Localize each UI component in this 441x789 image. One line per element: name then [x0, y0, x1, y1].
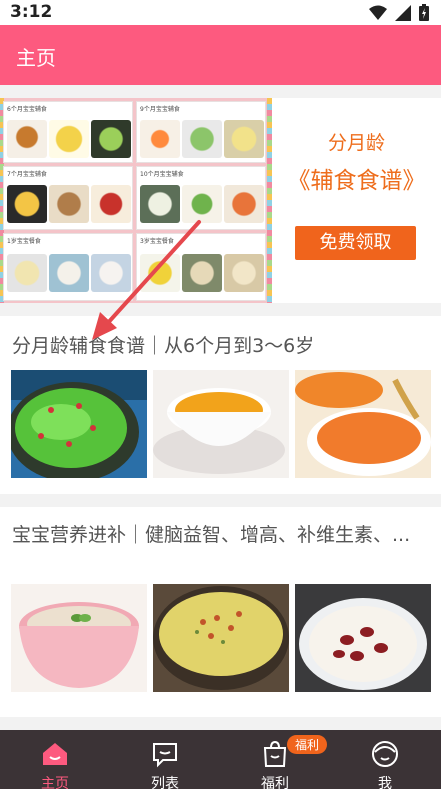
promo-banner[interactable]: 6个月宝宝辅食 9个月宝宝辅食 7个月宝宝辅食 10个月宝宝辅食 1岁宝宝餐食	[0, 98, 441, 303]
food-photo	[182, 185, 222, 223]
chat-list-icon	[153, 743, 177, 768]
nav-item-benefits[interactable]: 福利 福利	[220, 730, 330, 789]
food-photo	[91, 120, 131, 158]
claim-free-button[interactable]: 免费领取	[295, 226, 416, 260]
bottom-nav: 主页 列表 福利 福利 我	[0, 730, 441, 789]
food-photo	[182, 254, 222, 292]
food-photo	[7, 254, 47, 292]
food-photo	[49, 185, 89, 223]
collage-cell: 3岁宝宝餐食	[136, 233, 266, 301]
food-photo	[49, 120, 89, 158]
recipe-card[interactable]: 宝宝营养进补｜健脑益智、增高、补维生素、...	[0, 507, 441, 717]
banner-promo: 分月龄 《辅食食谱》 免费领取	[272, 98, 441, 303]
food-photo	[49, 254, 89, 292]
home-icon	[43, 743, 67, 765]
app-bar: 主页	[0, 25, 441, 85]
collage-cell: 1岁宝宝餐食	[3, 233, 133, 301]
promo-title: 《辅食食谱》	[287, 168, 426, 194]
food-photo	[140, 185, 180, 223]
food-photo	[224, 120, 264, 158]
profile-icon	[372, 741, 398, 767]
status-bar: 3:12	[0, 0, 441, 25]
nav-label: 福利	[261, 776, 289, 789]
wifi-icon	[369, 5, 387, 20]
food-photo	[224, 185, 264, 223]
cell-signal-icon	[395, 4, 411, 21]
nav-label: 主页	[41, 776, 69, 789]
recipe-photo[interactable]	[11, 370, 147, 478]
food-photo	[91, 185, 131, 223]
food-photo	[7, 120, 47, 158]
recipe-photo[interactable]	[295, 584, 431, 692]
collage-cell: 6个月宝宝辅食	[3, 101, 133, 163]
food-photo	[140, 120, 180, 158]
nav-label: 我	[378, 776, 392, 789]
promo-subtitle: 分月龄	[327, 132, 385, 154]
recipe-collage-image: 6个月宝宝辅食 9个月宝宝辅食 7个月宝宝辅食 10个月宝宝辅食 1岁宝宝餐食	[0, 98, 272, 303]
collage-caption: 9个月宝宝辅食	[140, 106, 180, 113]
card-title[interactable]: 宝宝营养进补｜健脑益智、增高、补维生素、...	[12, 522, 431, 548]
recipe-photo[interactable]	[11, 584, 147, 692]
page-title: 主页	[16, 46, 56, 70]
food-photo	[182, 120, 222, 158]
nav-item-me[interactable]: 我	[330, 730, 440, 789]
nav-item-home[interactable]: 主页	[0, 730, 110, 789]
nav-label: 列表	[151, 776, 179, 789]
collage-caption: 10个月宝宝辅食	[140, 171, 184, 178]
recipe-photo[interactable]	[295, 370, 431, 478]
shopping-bag-icon	[263, 740, 287, 767]
food-photo	[140, 254, 180, 292]
card-title[interactable]: 分月龄辅食食谱｜从6个月到3～6岁	[12, 333, 431, 359]
collage-cell: 10个月宝宝辅食	[136, 166, 266, 230]
recipe-card[interactable]: 分月龄辅食食谱｜从6个月到3～6岁	[0, 316, 441, 494]
battery-icon	[419, 4, 429, 21]
collage-cell: 7个月宝宝辅食	[3, 166, 133, 230]
food-photo	[224, 254, 264, 292]
food-photo	[7, 185, 47, 223]
collage-cell: 9个月宝宝辅食	[136, 101, 266, 163]
status-time: 3:12	[10, 2, 53, 22]
food-photo	[91, 254, 131, 292]
collage-caption: 7个月宝宝辅食	[7, 171, 47, 178]
nav-item-list[interactable]: 列表	[110, 730, 220, 789]
collage-caption: 1岁宝宝餐食	[7, 238, 41, 245]
collage-caption: 3岁宝宝餐食	[140, 238, 174, 245]
recipe-photo[interactable]	[153, 370, 289, 478]
status-icons	[369, 4, 429, 21]
collage-caption: 6个月宝宝辅食	[7, 106, 47, 113]
recipe-photo[interactable]	[153, 584, 289, 692]
benefits-badge: 福利	[287, 735, 328, 754]
